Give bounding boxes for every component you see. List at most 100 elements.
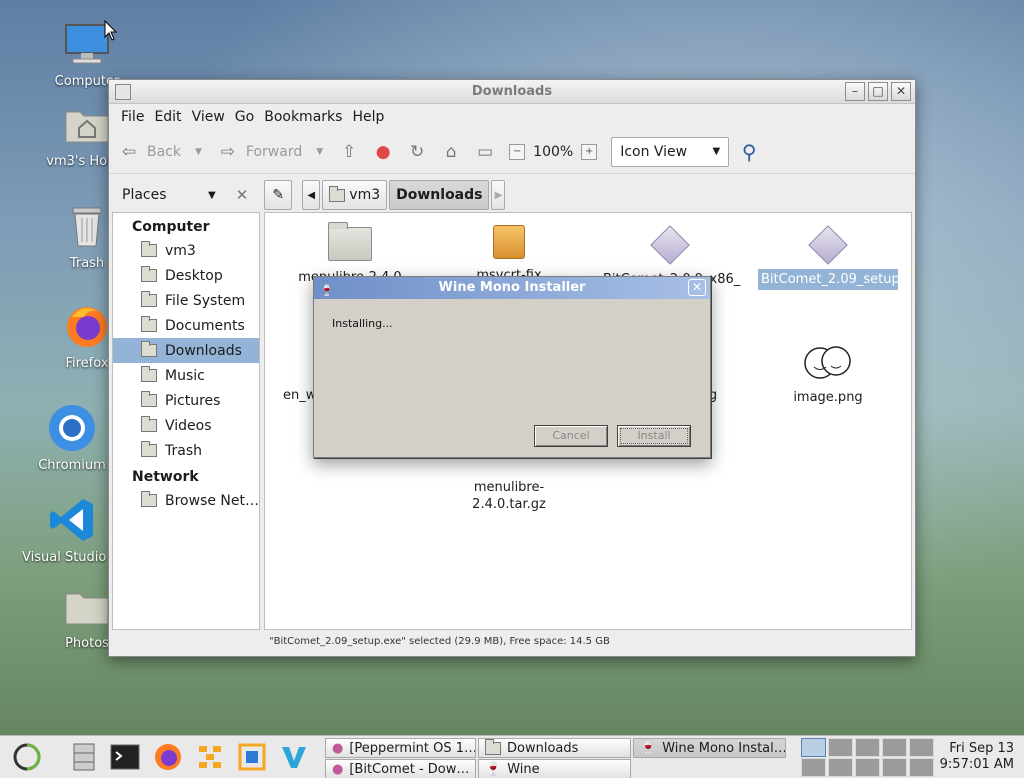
workspace-9[interactable] — [882, 758, 907, 777]
sidebar-item-file-system[interactable]: File System — [113, 288, 259, 313]
task-wine[interactable]: 🍷 Wine — [478, 759, 631, 778]
clock-time: 9:57:01 AM — [939, 757, 1014, 772]
wine-icon: 🍷 — [485, 761, 502, 777]
firefox-icon[interactable] — [152, 741, 184, 773]
file-label: menulibre-2.4.0.tar.gz — [472, 480, 546, 512]
menu-go[interactable]: Go — [233, 109, 262, 125]
desktop-icon-vscode[interactable]: Visual Studio Code — [22, 494, 122, 565]
dialog-message: Installing... — [332, 317, 393, 330]
up-arrow-icon[interactable]: ⇧ — [337, 140, 361, 164]
zoom-in-button[interactable]: + — [581, 143, 598, 160]
install-button[interactable]: Install — [617, 425, 691, 447]
reload-icon[interactable]: ↻ — [405, 140, 429, 164]
file-item[interactable]: image.png — [758, 343, 898, 408]
workspace-3[interactable] — [855, 738, 880, 757]
executable-icon — [650, 225, 690, 265]
sidebar-item-documents[interactable]: Documents — [113, 313, 259, 338]
menu-bookmarks[interactable]: Bookmarks — [262, 109, 350, 125]
sidebar-item-trash[interactable]: Trash — [113, 438, 259, 463]
home-folder-icon — [329, 185, 346, 202]
desktop-icon-label: Visual Studio Code — [22, 550, 122, 565]
clock-day: Fri Sep 13 — [949, 741, 1014, 756]
folder-icon — [141, 366, 157, 382]
mouse-pointer-icon — [104, 20, 118, 41]
forward-button[interactable]: ⇨ Forward ▼ — [216, 140, 323, 164]
terminal-icon[interactable] — [109, 741, 141, 773]
path-scroll-right-button[interactable]: ▶ — [491, 180, 506, 210]
sidebar-item-videos[interactable]: Videos — [113, 413, 259, 438]
peppermint-menu-icon[interactable] — [11, 741, 43, 773]
close-sidebar-icon[interactable]: ✕ — [236, 186, 249, 204]
forward-label: Forward — [245, 143, 303, 160]
workspace-1[interactable] — [801, 738, 826, 757]
back-button[interactable]: ⇦ Back ▼ — [117, 140, 202, 164]
vscode-icon[interactable] — [278, 741, 310, 773]
home-folder-icon — [61, 98, 113, 150]
chevron-down-icon: ▼ — [316, 146, 324, 157]
task-downloads[interactable]: Downloads — [478, 738, 631, 758]
folder-icon — [141, 391, 157, 407]
workspace-2[interactable] — [828, 738, 853, 757]
trash-icon — [61, 200, 113, 252]
file-item-selected[interactable]: BitComet_2.09_setup.exe — [758, 225, 911, 290]
search-icon[interactable]: ⚲ — [737, 140, 761, 164]
menu-help[interactable]: Help — [350, 109, 392, 125]
sidebar-item-pictures[interactable]: Pictures — [113, 388, 259, 413]
workspace-4[interactable] — [882, 738, 907, 757]
ice-ssb-icon[interactable] — [194, 741, 226, 773]
firefox-icon — [61, 300, 113, 352]
sidebar-header-computer: Computer — [132, 219, 210, 235]
places-selector[interactable]: Places — [122, 187, 208, 203]
file-label: BitComet_2.09_setup.exe — [758, 269, 911, 290]
drive-icon — [141, 291, 157, 307]
view-mode-select[interactable]: Icon View ▼ — [611, 136, 730, 167]
workspace-5[interactable] — [909, 738, 934, 757]
task-wine-mono-installer[interactable]: 🍷 Wine Mono Instal… — [633, 738, 786, 758]
sidebar-item-music[interactable]: Music — [113, 363, 259, 388]
folder-icon — [328, 222, 372, 261]
window-titlebar[interactable]: Downloads – □ ✕ — [109, 80, 915, 104]
desktop-icon-label: Chromium — [38, 458, 106, 473]
image-icon — [804, 346, 851, 379]
dialog-titlebar[interactable]: 🍷 Wine Mono Installer ✕ — [314, 277, 710, 299]
workspace-7[interactable] — [828, 758, 853, 777]
workspace-10[interactable] — [909, 758, 934, 777]
file-cabinet-icon[interactable] — [68, 741, 100, 773]
path-button-vm3[interactable]: vm3 — [322, 180, 388, 210]
menu-view[interactable]: View — [190, 109, 233, 125]
dialog-close-button[interactable]: ✕ — [688, 279, 706, 296]
menu-file[interactable]: File — [119, 109, 152, 125]
home-icon[interactable]: ⌂ — [439, 140, 463, 164]
chevron-down-icon[interactable]: ▼ — [208, 190, 216, 201]
sidebar-item-browse-network[interactable]: Browse Net… — [113, 488, 259, 513]
virtualbox-icon[interactable] — [236, 741, 268, 773]
file-item[interactable]: menulibre-2.4.0.tar.gz — [439, 471, 579, 515]
computer-icon[interactable]: ▭ — [473, 140, 497, 164]
task-bitcomet[interactable]: ● [BitComet - Dow… — [325, 759, 476, 778]
sidebar-item-label: Music — [165, 367, 205, 384]
path-scroll-left-button[interactable]: ◀ — [302, 180, 321, 210]
path-button-downloads[interactable]: Downloads — [389, 180, 490, 210]
workspace-8[interactable] — [855, 758, 880, 777]
workspace-6[interactable] — [801, 758, 826, 777]
cancel-button[interactable]: Cancel — [534, 425, 608, 447]
minimize-button[interactable]: – — [845, 82, 865, 101]
maximize-button[interactable]: □ — [868, 82, 888, 101]
close-button[interactable]: ✕ — [891, 82, 911, 101]
chevron-down-icon: ▼ — [195, 146, 202, 157]
clock[interactable]: Fri Sep 13 9:57:01 AM — [940, 741, 1014, 773]
toolbar: ⇦ Back ▼ ⇨ Forward ▼ ⇧ ● ↻ ⌂ ▭ − 100% + … — [109, 130, 915, 174]
sidebar-item-desktop[interactable]: Desktop — [113, 263, 259, 288]
path-label: vm3 — [349, 187, 381, 203]
menu-edit[interactable]: Edit — [152, 109, 189, 125]
folder-icon — [141, 341, 157, 357]
sidebar-item-vm3[interactable]: vm3 — [113, 238, 259, 263]
task-peppermint[interactable]: ● [Peppermint OS 1… — [325, 738, 476, 758]
sidebar-item-downloads[interactable]: Downloads — [113, 338, 259, 363]
zoom-out-button[interactable]: − — [509, 143, 526, 160]
taskbar: ● [Peppermint OS 1… Downloads 🍷 Wine Mon… — [0, 735, 1024, 778]
edit-location-button[interactable]: ✎ — [264, 180, 293, 210]
stop-icon[interactable]: ● — [371, 140, 395, 164]
sidebar-item-label: Desktop — [165, 267, 223, 284]
desktop-icon-chromium[interactable]: Chromium — [22, 402, 122, 473]
